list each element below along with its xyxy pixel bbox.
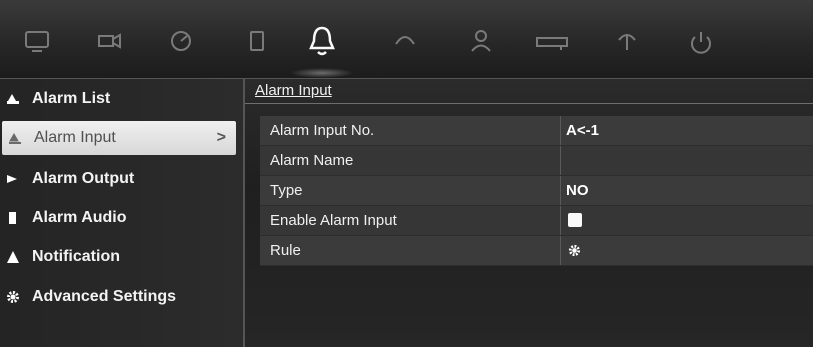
type-row: Type NO (260, 176, 813, 206)
sidebar-item-advanced-settings[interactable]: Advanced Settings (0, 279, 243, 315)
alarm-audio-icon (6, 211, 20, 225)
type-select[interactable] (560, 176, 813, 205)
enable-alarm-input-checkbox[interactable] (568, 213, 582, 227)
alarm-name-input[interactable] (560, 146, 813, 175)
user-icon[interactable] (458, 18, 504, 64)
page-title: Alarm Input (255, 82, 332, 99)
device-icon[interactable] (528, 18, 578, 64)
shutdown-icon[interactable] (678, 18, 724, 64)
rule-row: Rule (260, 236, 813, 266)
sidebar: Alarm List Alarm Input > Alarm Output Al… (0, 79, 245, 347)
alarm-input-no-row: Alarm Input No. A<-1 (260, 116, 813, 146)
alarm-input-no-value: A<-1 (566, 122, 599, 139)
alarm-input-no-label: Alarm Input No. (270, 122, 375, 139)
sidebar-item-notification[interactable]: Notification (0, 239, 243, 275)
sidebar-item-alarm-audio[interactable]: Alarm Audio (0, 200, 243, 236)
type-label: Type (270, 182, 303, 199)
network-icon[interactable] (382, 18, 428, 64)
enable-alarm-input-cell (560, 206, 813, 235)
gear-icon (6, 290, 20, 304)
chevron-right-icon: > (216, 129, 226, 146)
rule-gear-icon[interactable] (568, 244, 581, 257)
sidebar-item-label: Alarm Audio (32, 209, 127, 226)
sidebar-item-label: Alarm Input (34, 129, 116, 146)
divider (245, 103, 813, 104)
alarm-list-icon (6, 92, 20, 106)
rule-cell (560, 236, 813, 265)
alarm-name-row: Alarm Name (260, 146, 813, 176)
system-info-icon[interactable] (604, 18, 650, 64)
warning-icon (6, 250, 20, 264)
sidebar-item-label: Notification (32, 248, 120, 265)
sidebar-item-alarm-output[interactable]: Alarm Output (0, 161, 243, 197)
main-toolbar (0, 0, 813, 79)
alarm-output-icon (6, 172, 20, 186)
sidebar-item-label: Alarm Output (32, 170, 135, 187)
sidebar-item-alarm-input[interactable]: Alarm Input > (2, 121, 236, 155)
alarm-name-label: Alarm Name (270, 152, 354, 169)
alarm-input-form: Alarm Input No. A<-1 Alarm Name Type NO … (260, 116, 813, 266)
sidebar-item-alarm-list[interactable]: Alarm List (0, 81, 243, 117)
record-icon[interactable] (158, 18, 204, 64)
display-icon[interactable] (14, 18, 60, 64)
storage-icon[interactable] (234, 18, 280, 64)
alarm-bell-icon[interactable] (290, 10, 354, 78)
sidebar-item-label: Alarm List (32, 90, 111, 107)
sidebar-item-label: Advanced Settings (32, 288, 177, 305)
alarm-input-icon (8, 131, 22, 145)
camera-icon[interactable] (86, 18, 132, 64)
enable-alarm-input-label: Enable Alarm Input (270, 212, 397, 229)
rule-label: Rule (270, 242, 301, 259)
main-panel: Alarm Input Alarm Input No. A<-1 Alarm N… (245, 79, 813, 347)
enable-alarm-input-row: Enable Alarm Input (260, 206, 813, 236)
type-value: NO (566, 182, 589, 199)
